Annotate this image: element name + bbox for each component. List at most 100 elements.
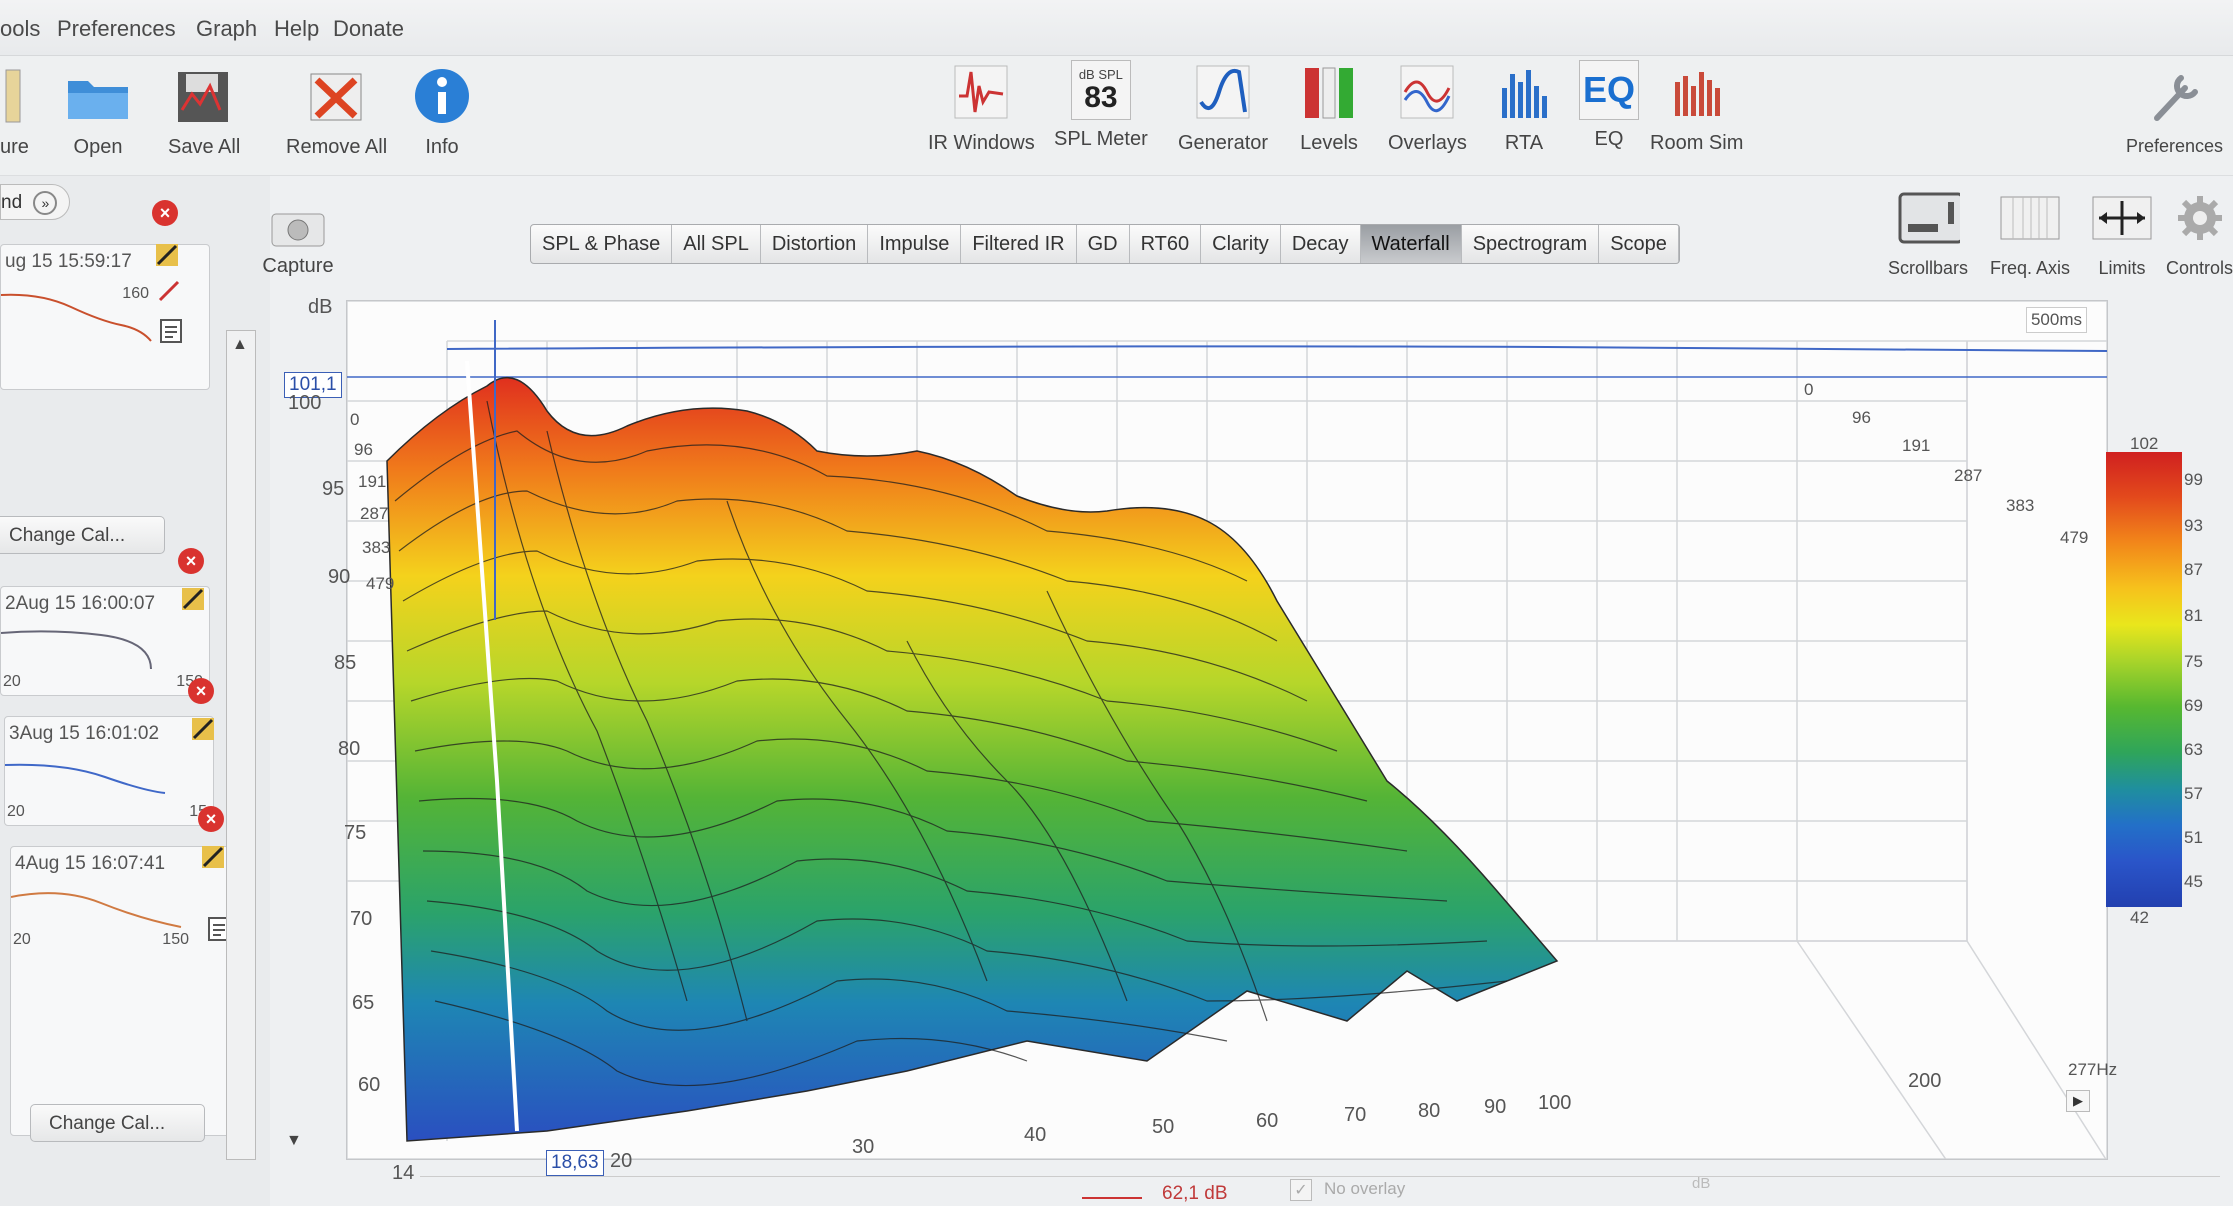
scroll-right-arrow-icon[interactable]: ▶ (2066, 1090, 2090, 1112)
edit-pencil-icon[interactable] (190, 716, 216, 742)
measurement-timestamp: 4Aug 15 16:07:41 (15, 853, 166, 874)
save-all-label: Save All (168, 136, 241, 158)
menu-donate[interactable]: Donate (333, 16, 404, 42)
close-icon[interactable]: × (152, 200, 178, 226)
info-button[interactable]: Info (410, 64, 474, 159)
toolbar-partial-button[interactable]: ure (0, 64, 29, 159)
scroll-up-arrow-icon[interactable]: ▲ (232, 336, 248, 354)
tab-rt60[interactable]: RT60 (1130, 225, 1202, 263)
tab-clarity[interactable]: Clarity (1201, 225, 1281, 263)
overlays-button[interactable]: Overlays (1388, 60, 1467, 155)
open-label: Open (73, 136, 123, 158)
red-pen-icon[interactable] (156, 278, 182, 304)
change-cal-button-2[interactable]: Change Cal... (30, 1104, 205, 1142)
spl-meter-icon: dB SPL 83 (1070, 60, 1131, 120)
x-tick: 200 (1908, 1070, 1942, 1092)
rta-button[interactable]: RTA (1492, 60, 1556, 155)
status-readout: 62,1 dB (1162, 1183, 1228, 1204)
controls-button[interactable]: Controls (2166, 186, 2233, 279)
tab-scope[interactable]: Scope (1599, 225, 1679, 263)
menu-help[interactable]: Help (274, 16, 319, 42)
edit-pencil-icon[interactable] (200, 844, 226, 870)
spl-meter-button[interactable]: dB SPL 83 SPL Meter (1054, 60, 1148, 151)
scrollbars-button[interactable]: Scrollbars (1888, 186, 1968, 279)
freq-axis-button[interactable]: Freq. Axis (1990, 186, 2070, 279)
y-tick: 65 (352, 992, 375, 1014)
tab-filtered-ir[interactable]: Filtered IR (961, 225, 1077, 263)
notes-icon[interactable] (158, 318, 184, 344)
measurement-card-2[interactable]: 2Aug 15 16:00:07 20 150 (0, 586, 210, 696)
panel-nav-button[interactable]: nd » (0, 184, 70, 220)
measurement-axis-left: 20 (3, 673, 21, 690)
measurement-axis-right: 160 (122, 285, 149, 302)
generator-label: Generator (1178, 132, 1269, 154)
scrollbars-label: Scrollbars (1888, 258, 1969, 278)
y-tick: 85 (334, 652, 357, 674)
levels-button[interactable]: Levels (1297, 60, 1361, 155)
menu-tools[interactable]: ools (0, 16, 40, 42)
tab-waterfall[interactable]: Waterfall (1360, 225, 1462, 263)
camera-icon (271, 213, 325, 247)
tab-all-spl[interactable]: All SPL (672, 225, 761, 263)
menu-preferences[interactable]: Preferences (57, 16, 176, 42)
colorbar-tick: 45 (2184, 872, 2203, 891)
scroll-down-arrow-icon[interactable]: ▼ (286, 1132, 302, 1150)
depth-tick: 0 (1804, 380, 1814, 399)
close-icon[interactable]: × (188, 678, 214, 704)
remove-all-button[interactable]: Remove All (286, 64, 387, 159)
close-icon[interactable]: × (178, 548, 204, 574)
folder-icon (66, 64, 130, 128)
measurement-card-4[interactable]: 4Aug 15 16:07:41 20 150 (10, 846, 250, 1136)
limits-icon (2090, 186, 2154, 250)
tab-decay[interactable]: Decay (1281, 225, 1361, 263)
tab-distortion[interactable]: Distortion (761, 225, 869, 263)
edit-pencil-icon[interactable] (154, 242, 180, 268)
measurement-card-3[interactable]: 3Aug 15 16:01:02 20 15 (4, 716, 214, 826)
preferences-button[interactable]: Preferences (2126, 64, 2223, 157)
close-icon[interactable]: × (198, 806, 224, 832)
open-button[interactable]: Open (66, 64, 130, 159)
info-icon (410, 64, 474, 128)
limits-button[interactable]: Limits (2090, 186, 2154, 279)
x-tick: 40 (1024, 1124, 1047, 1146)
menu-graph[interactable]: Graph (196, 16, 257, 42)
capture-label: Capture (262, 255, 334, 277)
depth-tick: 96 (1852, 408, 1871, 427)
status-bar: 62,1 dB ✓ No overlay dB (420, 1175, 2220, 1206)
ir-windows-button[interactable]: IR Windows (928, 60, 1035, 155)
save-all-button[interactable]: Save All (168, 64, 240, 159)
eq-button[interactable]: EQ EQ (1579, 60, 1639, 151)
depth-tick: 383 (362, 538, 391, 557)
measurement-thumbnail-curve (5, 763, 166, 794)
x-tick: 80 (1418, 1100, 1441, 1122)
y-tick: 100 (288, 392, 322, 414)
overlay-label: No overlay (1324, 1179, 1406, 1198)
measurement-timestamp: 3Aug 15 16:01:02 (9, 723, 160, 744)
waterfall-svg (346, 300, 2108, 1162)
eq-icon: EQ (1579, 60, 1639, 120)
tab-impulse[interactable]: Impulse (868, 225, 962, 263)
edit-pencil-icon[interactable] (180, 586, 206, 612)
tab-spl-phase[interactable]: SPL & Phase (531, 225, 673, 263)
tab-gd[interactable]: GD (1077, 225, 1130, 263)
x-tick: 14 (392, 1162, 415, 1184)
depth-tick: 479 (366, 574, 395, 593)
room-sim-button[interactable]: Room Sim (1650, 60, 1743, 155)
waterfall-plot[interactable]: 500ms (346, 300, 2108, 1162)
toolbar-partial-label: ure (0, 136, 29, 158)
x-tick: 60 (1256, 1110, 1279, 1132)
panel-scrollbar[interactable] (226, 330, 256, 1160)
capture-button[interactable]: Capture (258, 206, 338, 278)
floppy-icon (172, 64, 236, 128)
y-tick: 70 (350, 908, 373, 930)
colorbar-tick: 69 (2184, 696, 2203, 715)
change-cal-button-1[interactable]: Change Cal... (0, 516, 165, 554)
generator-button[interactable]: Generator (1178, 60, 1268, 155)
colorbar-tick: 75 (2184, 652, 2203, 671)
tab-spectrogram[interactable]: Spectrogram (1462, 225, 1600, 263)
depth-tick: 0 (350, 410, 360, 429)
depth-tick: 479 (2060, 528, 2089, 547)
ir-windows-label: IR Windows (928, 132, 1035, 154)
y-tick: 75 (344, 822, 367, 844)
overlay-checkbox[interactable]: ✓ (1290, 1179, 1312, 1201)
